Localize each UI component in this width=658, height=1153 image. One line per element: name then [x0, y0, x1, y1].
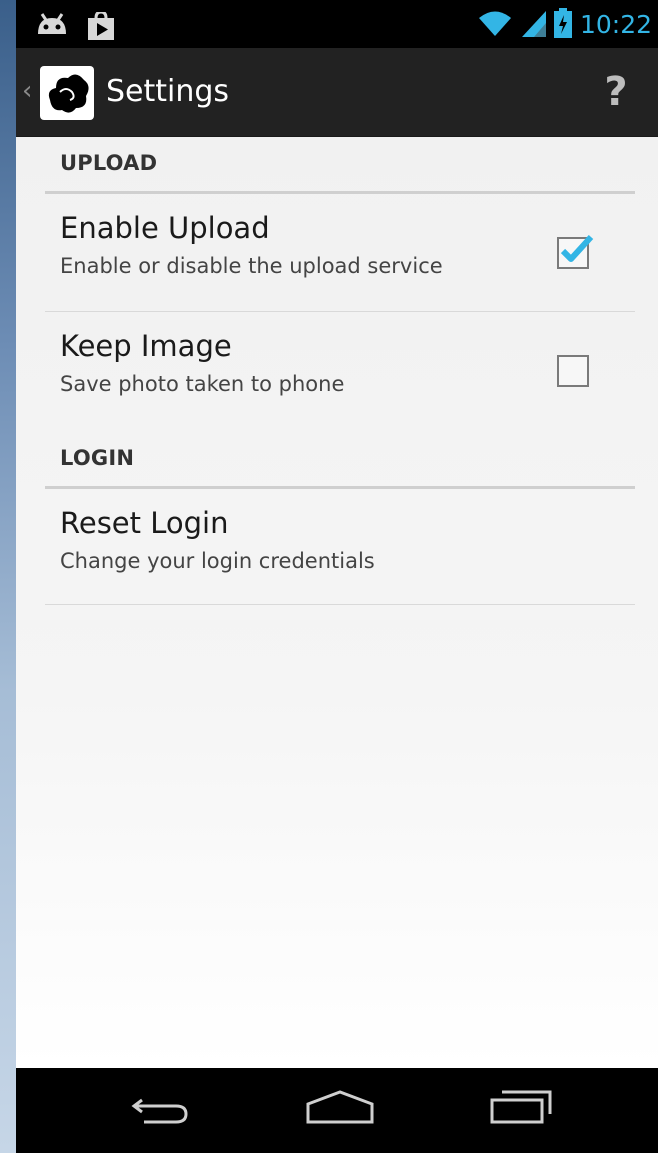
home-icon[interactable]	[300, 1086, 380, 1136]
pref-reset-login[interactable]: Reset Login Change your login credential…	[45, 489, 635, 605]
settings-list: UPLOAD Enable Upload Enable or disable t…	[16, 137, 658, 1068]
app-logo-icon[interactable]	[40, 66, 94, 120]
pref-title: Reset Login	[60, 506, 229, 540]
status-bar: 10:22	[16, 0, 658, 48]
signal-icon	[520, 9, 546, 41]
pref-enable-upload[interactable]: Enable Upload Enable or disable the uplo…	[45, 194, 635, 312]
wifi-icon	[478, 9, 512, 41]
pref-title: Keep Image	[60, 329, 232, 363]
section-header-upload: UPLOAD	[45, 137, 635, 194]
recent-apps-icon[interactable]	[484, 1086, 564, 1136]
action-bar: ‹ Settings ?	[16, 48, 658, 138]
pref-title: Enable Upload	[60, 211, 270, 245]
chevron-left-icon[interactable]: ‹	[22, 76, 32, 106]
enable-upload-checkbox[interactable]	[557, 234, 594, 269]
section-header-login: LOGIN	[45, 432, 635, 489]
section-header-label: UPLOAD	[60, 151, 158, 175]
battery-charging-icon	[553, 8, 572, 42]
play-store-icon	[88, 10, 114, 44]
navigation-bar	[16, 1068, 658, 1153]
status-time: 10:22	[579, 10, 652, 39]
pref-keep-image[interactable]: Keep Image Save photo taken to phone	[45, 312, 635, 417]
android-debug-icon	[34, 12, 70, 44]
keep-image-checkbox[interactable]	[557, 355, 589, 387]
help-button[interactable]: ?	[596, 68, 636, 116]
pref-summary: Save photo taken to phone	[60, 372, 345, 396]
checkmark-icon	[560, 234, 594, 262]
back-icon[interactable]	[120, 1086, 200, 1136]
pref-summary: Enable or disable the upload service	[60, 254, 443, 278]
section-header-label: LOGIN	[60, 446, 135, 470]
pref-summary: Change your login credentials	[60, 549, 375, 573]
phone-screen: 10:22 ‹ Settings ? UPLOAD Enable Upload …	[16, 0, 658, 1153]
page-title: Settings	[106, 74, 230, 109]
